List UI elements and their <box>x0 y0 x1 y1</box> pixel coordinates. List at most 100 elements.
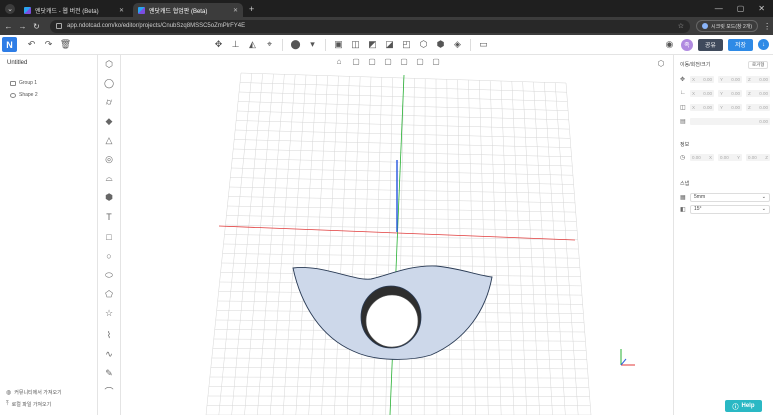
grid-y-field[interactable]: 0.00 Y <box>718 153 742 161</box>
home-view-icon[interactable]: ⌂ <box>334 57 344 67</box>
cone-shape-icon[interactable]: △ <box>103 134 115 146</box>
polyhedron-shape-icon[interactable]: ⬢ <box>103 191 115 203</box>
half-sphere-shape-icon[interactable]: ⌓ <box>103 172 115 184</box>
move-tool-icon[interactable]: ✥ <box>212 39 225 50</box>
top-view-icon[interactable]: ▢ <box>415 57 425 67</box>
clock-icon: ◷ <box>680 154 686 161</box>
snap-angle-select[interactable]: 15° ⌄ <box>690 204 770 214</box>
view-cube-icon[interactable]: ⬡ <box>656 59 666 69</box>
crescent-shape[interactable] <box>292 265 493 360</box>
left-view-icon[interactable]: ▢ <box>383 57 393 67</box>
new-tab-icon[interactable]: + <box>249 4 254 14</box>
unit-toggle-button[interactable]: 로거형 <box>748 61 769 69</box>
bottom-view-icon[interactable]: ▢ <box>431 57 441 67</box>
text-tool-icon[interactable]: T <box>103 211 115 223</box>
delete-icon[interactable]: 🗑 <box>59 39 72 50</box>
torus-shape-icon[interactable]: ◎ <box>103 153 115 165</box>
pyramid-shape-icon[interactable]: ◆ <box>103 115 115 127</box>
toolbar-right: ◉ 족 공유 저장 ↓ <box>663 38 769 51</box>
align-tool-icon[interactable]: ⊥ <box>229 39 242 50</box>
back-icon[interactable]: ← <box>3 22 14 31</box>
pentagon-2d-icon[interactable]: ⬠ <box>103 288 115 300</box>
properties-panel: 이동/회전/크기 로거형 ✥ X 0.00 Y 0.00 Z 0.00 ∟ X 0.00… <box>673 55 773 415</box>
help-button[interactable]: ⓘ Help <box>725 400 762 412</box>
snap-tool-icon[interactable]: ⌖ <box>263 39 276 50</box>
3d-viewport[interactable]: ⌂ ▢ ▢ ▢ ▢ ▢ ▢ ⬡ <box>121 55 673 415</box>
pos-x-field[interactable]: X 0.00 <box>690 75 714 83</box>
snap-size-row: ▦ 5mm ⌄ <box>680 192 770 202</box>
scale-z-field[interactable]: Z 0.00 <box>746 103 770 111</box>
close-tab-icon[interactable]: ✕ <box>119 7 124 14</box>
sphere-shape-icon[interactable]: ◯ <box>103 77 115 89</box>
box-shape-icon[interactable]: ⬡ <box>103 58 115 70</box>
minimize-icon[interactable]: — <box>715 4 723 13</box>
url-input[interactable]: app.ndotcad.com/ko/editor/projects/CnubS… <box>50 19 690 33</box>
union-icon[interactable]: ▣ <box>332 39 345 50</box>
polyline-tool-icon[interactable]: ⌇ <box>103 329 115 341</box>
scale-y-field[interactable]: Y 0.00 <box>718 103 742 111</box>
bookmark-star-icon[interactable]: ☆ <box>678 22 684 30</box>
subtract-icon[interactable]: ◫ <box>349 39 362 50</box>
revolve-icon[interactable]: ◈ <box>451 39 464 50</box>
extra-field[interactable]: 0.00 <box>690 117 770 125</box>
incognito-profile-chip[interactable]: 시크릿 모드(창 2개) <box>696 20 759 32</box>
browser-menu-icon[interactable]: ⋮ <box>763 22 771 31</box>
grid-x-field[interactable]: 0.00 X <box>690 153 714 161</box>
undo-icon[interactable]: ↶ <box>25 39 38 50</box>
pattern-icon[interactable]: ⬡ <box>417 39 430 50</box>
document-title[interactable]: Untitled <box>7 60 27 66</box>
close-window-icon[interactable]: ✕ <box>758 4 765 13</box>
shell-icon[interactable]: ◰ <box>400 39 413 50</box>
share-button[interactable]: 공유 <box>697 38 723 51</box>
star-2d-icon[interactable]: ☆ <box>103 307 115 319</box>
ellipse-2d-icon[interactable]: ⬭ <box>103 269 115 281</box>
favicon-icon <box>24 6 31 14</box>
back-view-icon[interactable]: ▢ <box>367 57 377 67</box>
tree-item-shape-2[interactable]: Shape 2 <box>10 92 38 98</box>
save-button[interactable]: 저장 <box>727 38 753 51</box>
grid-z-field[interactable]: 0.00 Z <box>746 153 770 161</box>
site-info-icon[interactable] <box>56 23 62 29</box>
right-view-icon[interactable]: ▢ <box>399 57 409 67</box>
import-community-button[interactable]: ◍ 커뮤니티에서 가져오기 <box>6 389 62 396</box>
viewport-canvas[interactable] <box>121 55 673 415</box>
maximize-icon[interactable]: ▢ <box>737 4 745 13</box>
curve-tool-icon[interactable]: ∿ <box>103 348 115 360</box>
forward-icon[interactable]: → <box>17 22 28 31</box>
group-icon[interactable]: ⬤ <box>289 39 302 50</box>
mirror-tool-icon[interactable]: ◭ <box>246 39 259 50</box>
intersect-icon[interactable]: ◩ <box>366 39 379 50</box>
circle-2d-icon[interactable]: ○ <box>103 250 115 262</box>
tab-search-icon[interactable]: ⌄ <box>5 3 15 14</box>
browser-tab-2[interactable]: 엔닷캐드 협업판 (Beta) ✕ <box>133 3 243 17</box>
rot-z-field[interactable]: Z 0.00 <box>746 89 770 97</box>
tree-item-group-1[interactable]: Group 1 <box>10 80 37 86</box>
avatar[interactable]: 족 <box>680 38 693 51</box>
app-logo[interactable]: N <box>2 37 17 52</box>
ruler-icon[interactable]: ▭ <box>477 39 490 50</box>
tree-item-label: Shape 2 <box>19 92 38 98</box>
freehand-tool-icon[interactable]: ✎ <box>103 367 115 379</box>
redo-icon[interactable]: ↷ <box>42 39 55 50</box>
cylinder-shape-icon[interactable]: ⌭ <box>103 96 115 108</box>
extrude-icon[interactable]: ⬢ <box>434 39 447 50</box>
camera-icon[interactable]: ◉ <box>663 39 676 50</box>
scale-x-field[interactable]: X 0.00 <box>690 103 714 111</box>
rectangle-2d-icon[interactable]: □ <box>103 231 115 243</box>
pos-y-field[interactable]: Y 0.00 <box>718 75 742 83</box>
chevron-down-icon: ⌄ <box>761 194 766 200</box>
arc-tool-icon[interactable]: ⌒ <box>103 386 115 398</box>
close-tab-icon[interactable]: ✕ <box>233 7 238 14</box>
import-local-file-button[interactable]: ⤒ 로컬 파일 가져오기 <box>6 401 51 408</box>
fillet-icon[interactable]: ◪ <box>383 39 396 50</box>
y-axis-line <box>389 74 405 415</box>
front-view-icon[interactable]: ▢ <box>351 57 361 67</box>
snap-size-select[interactable]: 5mm ⌄ <box>690 192 770 202</box>
pos-z-field[interactable]: Z 0.00 <box>746 75 770 83</box>
rot-y-field[interactable]: Y 0.00 <box>718 89 742 97</box>
download-icon[interactable]: ↓ <box>758 39 769 50</box>
group-dropdown-icon[interactable]: ▾ <box>306 39 319 50</box>
browser-tab-1[interactable]: 엔닷캐드 - 웹 버전 (Beta) ✕ <box>19 3 129 17</box>
reload-icon[interactable]: ↻ <box>31 22 42 31</box>
rot-x-field[interactable]: X 0.00 <box>690 89 714 97</box>
